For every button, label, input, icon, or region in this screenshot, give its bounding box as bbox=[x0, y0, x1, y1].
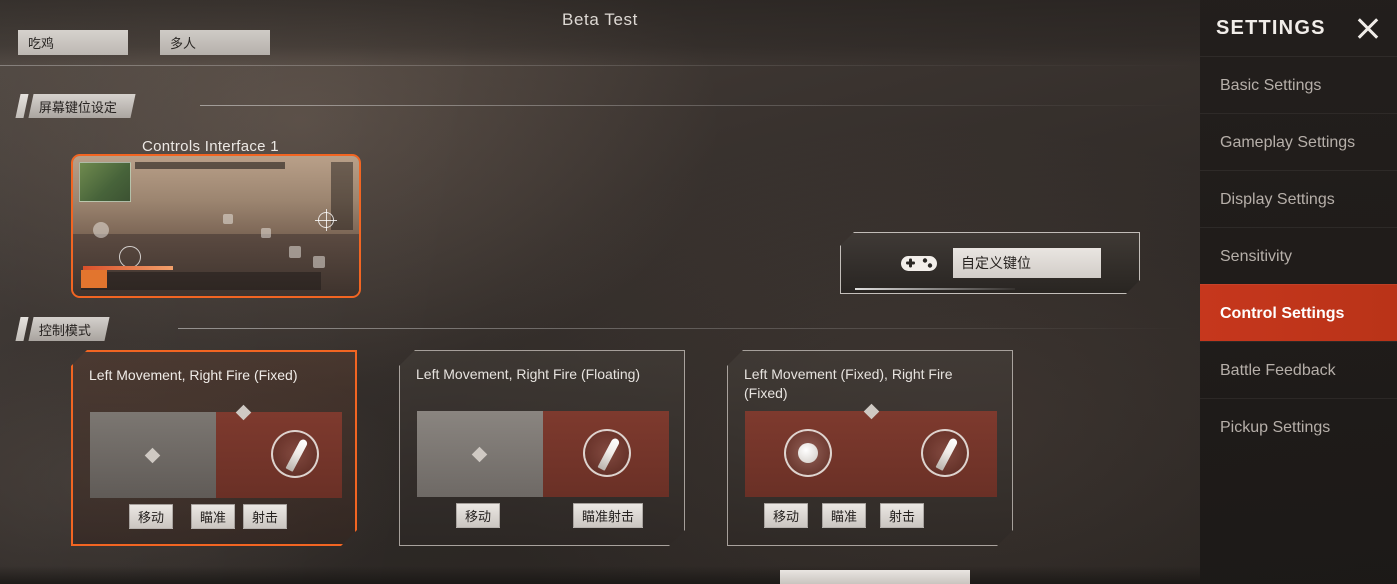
gamepad-icon bbox=[899, 251, 939, 275]
card-title: Left Movement, Right Fire (Fixed) bbox=[89, 367, 298, 383]
section-control-mode: 控制模式 bbox=[15, 317, 110, 341]
move-joystick-icon bbox=[784, 429, 832, 477]
preview-top-hud bbox=[135, 162, 285, 169]
game-settings-screen: Beta Test 吃鸡 多人 屏幕键位设定 Controls Interfac… bbox=[0, 0, 1397, 584]
aim-diamond-icon bbox=[236, 405, 252, 421]
preview-hud-icon bbox=[261, 228, 271, 238]
label-aim: 瞄准 bbox=[191, 504, 235, 529]
preview-right-half bbox=[216, 412, 342, 498]
mode-tab-0[interactable]: 吃鸡 bbox=[18, 30, 128, 55]
section-screen-keys: 屏幕键位设定 bbox=[15, 94, 136, 118]
label-aim: 瞄准 bbox=[822, 503, 866, 528]
settings-panel: SETTINGS Basic Settings Gameplay Setting… bbox=[1200, 0, 1397, 584]
custom-keys-field[interactable]: 自定义键位 bbox=[953, 248, 1101, 278]
section-tag-bar bbox=[15, 94, 29, 118]
sidebar-item-control-settings[interactable]: Control Settings bbox=[1200, 284, 1397, 341]
page-title: Beta Test bbox=[562, 10, 638, 29]
sidebar-item-label: Gameplay Settings bbox=[1220, 133, 1356, 151]
preview-left-half bbox=[417, 411, 543, 497]
controls-interface-preview[interactable] bbox=[71, 154, 361, 298]
sidebar-item-label: Display Settings bbox=[1220, 190, 1335, 208]
control-mode-card-0[interactable]: Left Movement, Right Fire (Fixed) 移动 瞄准 … bbox=[71, 350, 357, 546]
card-preview bbox=[745, 411, 997, 497]
custom-keys-button[interactable]: 自定义键位 bbox=[840, 232, 1140, 294]
mode-tab-label: 多人 bbox=[170, 36, 197, 51]
section-tag-bar bbox=[15, 317, 29, 341]
label-aim-fire: 瞄准射击 bbox=[573, 503, 643, 528]
preview-hud-icon bbox=[313, 256, 325, 268]
move-diamond-icon bbox=[145, 448, 161, 464]
fire-bullet-icon bbox=[921, 429, 969, 477]
preview-bottom-hud bbox=[81, 272, 321, 290]
label-move: 移动 bbox=[764, 503, 808, 528]
preview-orange-badge bbox=[81, 270, 107, 288]
controls-interface-label: Controls Interface 1 bbox=[142, 138, 279, 155]
preview-right-half bbox=[543, 411, 669, 497]
sidebar-item-gameplay-settings[interactable]: Gameplay Settings bbox=[1200, 113, 1397, 170]
bottom-chip bbox=[780, 570, 970, 584]
card-labels: 移动 瞄准 射击 bbox=[764, 503, 924, 528]
preview-left-half bbox=[90, 412, 216, 498]
settings-title: SETTINGS bbox=[1216, 16, 1326, 39]
fire-bullet-icon bbox=[583, 429, 631, 477]
top-header: Beta Test 吃鸡 多人 bbox=[0, 0, 1200, 66]
section-label: 控制模式 bbox=[39, 322, 92, 338]
sidebar-item-sensitivity[interactable]: Sensitivity bbox=[1200, 227, 1397, 284]
section-label-wrap: 控制模式 bbox=[28, 317, 110, 341]
section-rule-control-mode bbox=[178, 328, 1188, 329]
sidebar-item-label: Basic Settings bbox=[1220, 76, 1322, 94]
custom-keys-underline bbox=[855, 288, 1015, 290]
sidebar-item-label: Battle Feedback bbox=[1220, 361, 1336, 379]
sidebar-item-label: Pickup Settings bbox=[1220, 418, 1331, 436]
preview-move-joystick-icon bbox=[119, 246, 141, 268]
preview-hud-icon bbox=[289, 246, 301, 258]
label-fire: 射击 bbox=[243, 504, 287, 529]
sidebar-item-basic-settings[interactable]: Basic Settings bbox=[1200, 56, 1397, 113]
card-title: Left Movement (Fixed), Right Fire (Fixed… bbox=[744, 366, 953, 401]
control-mode-cards: Left Movement, Right Fire (Fixed) 移动 瞄准 … bbox=[71, 350, 1013, 546]
label-move: 移动 bbox=[129, 504, 173, 529]
card-labels: 移动 瞄准 射击 bbox=[129, 504, 287, 529]
bottom-bar bbox=[0, 566, 1200, 584]
section-label-wrap: 屏幕键位设定 bbox=[28, 94, 136, 118]
section-rule-screen-keys bbox=[200, 105, 1185, 106]
fire-bullet-icon bbox=[271, 430, 319, 478]
section-label: 屏幕键位设定 bbox=[39, 99, 118, 115]
mode-tab-1[interactable]: 多人 bbox=[160, 30, 270, 55]
sidebar-item-label: Control Settings bbox=[1220, 304, 1345, 322]
custom-keys-value: 自定义键位 bbox=[961, 255, 1031, 271]
close-icon[interactable] bbox=[1353, 13, 1383, 43]
card-labels: 移动 瞄准射击 bbox=[456, 503, 643, 528]
control-mode-card-2[interactable]: Left Movement (Fixed), Right Fire (Fixed… bbox=[727, 350, 1013, 546]
label-move: 移动 bbox=[456, 503, 500, 528]
sidebar-item-display-settings[interactable]: Display Settings bbox=[1200, 170, 1397, 227]
label-fire: 射击 bbox=[880, 503, 924, 528]
move-diamond-icon bbox=[472, 447, 488, 463]
custom-keys-content: 自定义键位 bbox=[899, 248, 1101, 278]
preview-hud-icon bbox=[223, 214, 233, 224]
card-preview bbox=[90, 412, 342, 498]
sidebar-item-battle-feedback[interactable]: Battle Feedback bbox=[1200, 341, 1397, 398]
card-preview bbox=[417, 411, 669, 497]
header-divider bbox=[0, 65, 1200, 66]
mode-tab-label: 吃鸡 bbox=[28, 36, 55, 51]
preview-hud-icon bbox=[93, 222, 109, 238]
sidebar-item-label: Sensitivity bbox=[1220, 247, 1293, 265]
preview-crosshair-icon bbox=[315, 209, 337, 231]
card-title: Left Movement, Right Fire (Floating) bbox=[416, 366, 641, 382]
joystick-knob bbox=[798, 443, 818, 463]
sidebar-item-pickup-settings[interactable]: Pickup Settings bbox=[1200, 398, 1397, 455]
preview-left-half bbox=[745, 411, 871, 497]
settings-header: SETTINGS bbox=[1200, 0, 1397, 56]
mode-tabs: 吃鸡 多人 bbox=[18, 30, 284, 55]
control-mode-card-1[interactable]: Left Movement, Right Fire (Floating) 移动 … bbox=[399, 350, 685, 546]
preview-right-half bbox=[871, 411, 997, 497]
preview-minimap bbox=[79, 162, 131, 202]
